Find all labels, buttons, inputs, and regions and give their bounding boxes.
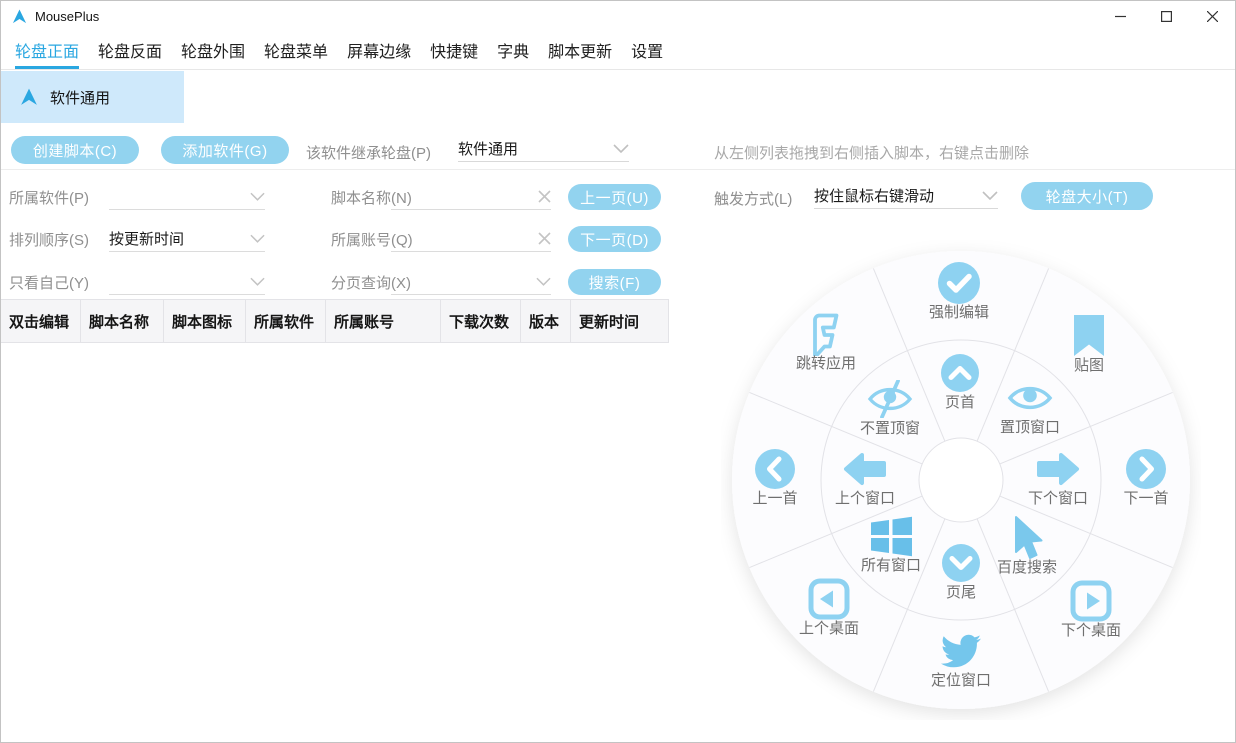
- bookmark-icon: [1072, 314, 1106, 358]
- prev-desktop-icon: [808, 578, 850, 620]
- title-bar: MousePlus: [1, 1, 1235, 31]
- trigger-mode-select[interactable]: 按住鼠标右键滑动: [814, 182, 998, 209]
- tab-wheel-front[interactable]: 轮盘正面: [15, 31, 79, 69]
- page-query-select[interactable]: [391, 268, 551, 295]
- tab-hotkeys[interactable]: 快捷键: [430, 31, 478, 69]
- column-header-edit: 双击编辑: [1, 300, 81, 342]
- app-title: MousePlus: [35, 9, 99, 24]
- check-circle-icon: [937, 261, 981, 305]
- only-mine-select[interactable]: [109, 268, 265, 295]
- tab-bar: 轮盘正面 轮盘反面 轮盘外围 轮盘菜单 屏幕边缘 快捷键 字典 脚本更新 设置: [1, 31, 1235, 70]
- inherit-wheel-label: 该软件继承轮盘(P): [306, 142, 431, 163]
- app-logo-icon: [12, 9, 27, 24]
- owner-account-input[interactable]: [391, 225, 551, 252]
- triangle-logo-icon: [20, 88, 38, 106]
- add-software-button[interactable]: 添加软件(G): [161, 136, 289, 164]
- prev-page-button[interactable]: 上一页(U): [568, 184, 661, 210]
- create-script-button[interactable]: 创建脚本(C): [11, 136, 139, 164]
- chevron-down-icon: [982, 191, 998, 200]
- tab-settings[interactable]: 设置: [631, 31, 663, 69]
- windows-icon: [868, 514, 914, 558]
- filter-row-1: 所属软件(P) 脚本名称(N) 上一页(U): [1, 183, 691, 210]
- owner-software-label: 所属软件(P): [9, 187, 89, 208]
- tab-screen-edge[interactable]: 屏幕边缘: [347, 31, 411, 69]
- chevron-down-icon: [250, 277, 265, 286]
- tab-wheel-menu[interactable]: 轮盘菜单: [264, 31, 328, 69]
- wheel-size-button[interactable]: 轮盘大小(T): [1021, 182, 1153, 210]
- trigger-mode-value: 按住鼠标右键滑动: [814, 185, 934, 206]
- minimize-icon: [1115, 11, 1126, 22]
- cursor-icon: [1009, 515, 1045, 561]
- arrow-left-icon: [842, 452, 888, 486]
- software-item-selected[interactable]: 软件通用: [1, 71, 184, 123]
- next-page-button[interactable]: 下一页(D): [568, 226, 661, 252]
- script-table-header: 双击编辑 脚本名称 脚本图标 所属软件 所属账号 下载次数 版本 更新时间: [1, 299, 669, 343]
- filter-row-2: 排列顺序(S) 按更新时间 所属账号(Q) 下一页(D): [1, 225, 691, 252]
- column-header-icon: 脚本图标: [164, 300, 246, 342]
- sort-order-value: 按更新时间: [109, 228, 184, 249]
- clear-icon[interactable]: [538, 232, 551, 245]
- sort-order-label: 排列顺序(S): [9, 229, 89, 250]
- wheel-menu: 强制编辑 贴图 下一首 下个桌面 定位窗口 上个桌面 上一首: [721, 240, 1201, 720]
- chevron-left-circle-icon: [754, 448, 796, 490]
- tab-wheel-back[interactable]: 轮盘反面: [98, 31, 162, 69]
- close-button[interactable]: [1189, 1, 1235, 31]
- clear-icon[interactable]: [538, 190, 551, 203]
- chevron-down-icon: [250, 234, 265, 243]
- filter-row-3: 只看自己(Y) 分页查询(X) 搜索(F): [1, 268, 691, 295]
- column-header-version: 版本: [521, 300, 571, 342]
- minimize-button[interactable]: [1097, 1, 1143, 31]
- column-header-updated: 更新时间: [571, 300, 669, 342]
- divider: [1, 169, 1235, 170]
- search-button[interactable]: 搜索(F): [568, 269, 661, 295]
- chevron-down-icon: [250, 192, 265, 201]
- tab-wheel-outer[interactable]: 轮盘外围: [181, 31, 245, 69]
- column-header-downloads: 下载次数: [441, 300, 521, 342]
- drag-hint-text: 从左侧列表拖拽到右侧插入脚本，右键点击删除: [714, 142, 1029, 163]
- eye-slash-icon: [867, 380, 913, 418]
- tab-dictionary[interactable]: 字典: [497, 31, 529, 69]
- sort-order-select[interactable]: 按更新时间: [109, 225, 265, 252]
- trigger-mode-label: 触发方式(L): [714, 188, 792, 209]
- inherit-wheel-select[interactable]: 软件通用: [458, 135, 629, 162]
- jump-app-flag-icon: [806, 312, 846, 356]
- column-header-software: 所属软件: [246, 300, 326, 342]
- chevron-down-circle-icon: [941, 543, 981, 583]
- arrow-right-icon: [1035, 452, 1081, 486]
- software-item-label: 软件通用: [50, 87, 110, 108]
- only-mine-label: 只看自己(Y): [9, 272, 89, 293]
- column-header-name: 脚本名称: [81, 300, 164, 342]
- maximize-button[interactable]: [1143, 1, 1189, 31]
- column-header-account: 所属账号: [326, 300, 441, 342]
- maximize-icon: [1161, 11, 1172, 22]
- twitter-bird-icon: [941, 631, 981, 671]
- mouseplus-window: { "window": { "title": "MousePlus" }, "t…: [0, 0, 1236, 743]
- tab-script-update[interactable]: 脚本更新: [548, 31, 612, 69]
- owner-software-select[interactable]: [109, 183, 265, 210]
- eye-icon: [1007, 382, 1053, 414]
- inherit-wheel-value: 软件通用: [458, 138, 518, 159]
- script-name-input[interactable]: [391, 183, 551, 210]
- close-icon: [1207, 11, 1218, 22]
- chevron-up-circle-icon: [940, 353, 980, 393]
- chevron-right-circle-icon: [1125, 448, 1167, 490]
- chevron-down-icon: [536, 277, 551, 286]
- chevron-down-icon: [613, 144, 629, 153]
- window-controls: [1097, 1, 1235, 31]
- next-desktop-icon: [1070, 580, 1112, 622]
